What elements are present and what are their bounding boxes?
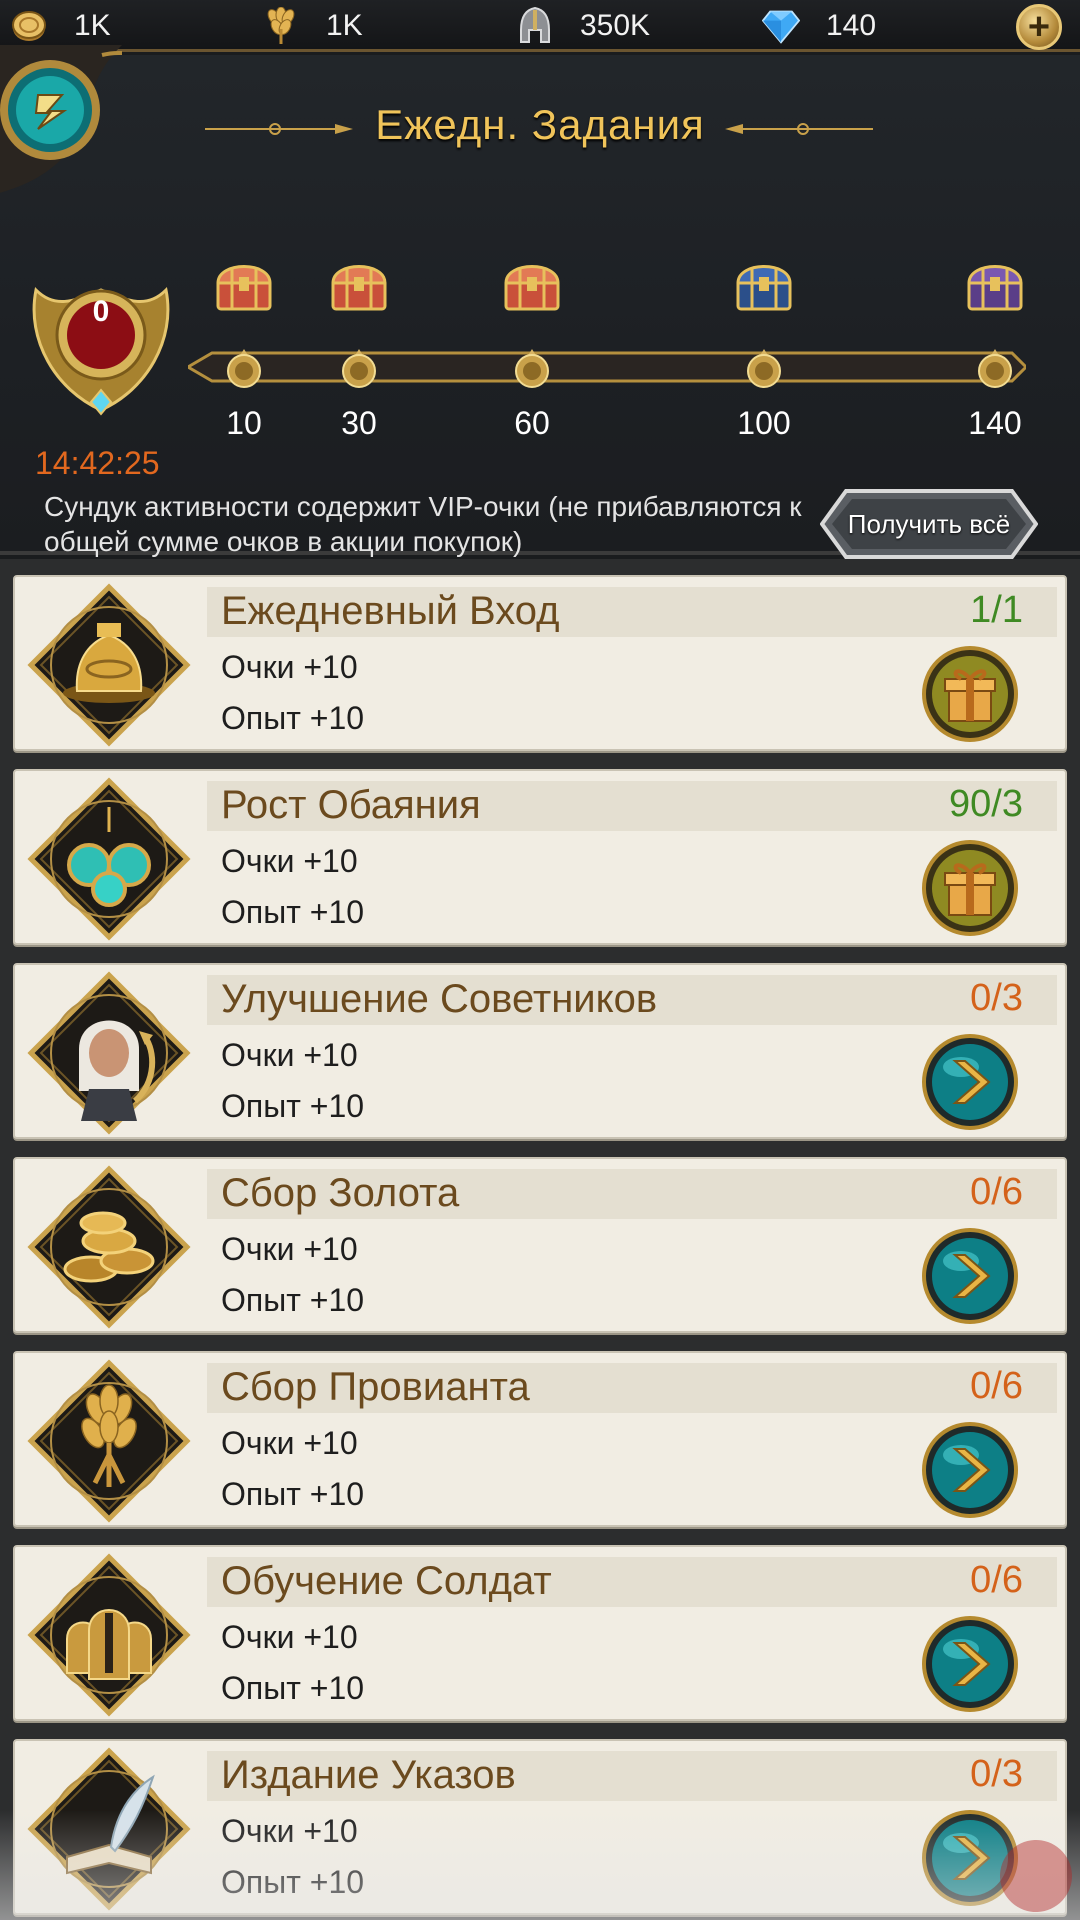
go-to-task-button[interactable] xyxy=(921,1227,1019,1325)
task-list: Ежедневный Вход 1/1 Очки +10 Опыт +10 Рост О… xyxy=(0,559,1080,1920)
resource-gems[interactable]: 140 xyxy=(762,6,876,46)
task-progress: 0/6 xyxy=(970,1171,1023,1213)
reset-timer: 14:42:25 xyxy=(35,445,160,481)
wheat-icon xyxy=(262,7,300,45)
gold-coins-icon xyxy=(27,1165,192,1330)
activity-progress-track xyxy=(188,349,1026,388)
task-points-reward: Очки +10 xyxy=(221,1813,358,1849)
reward-chest-red-icon[interactable] xyxy=(327,255,391,313)
arrow-right-icon xyxy=(921,1810,1019,1911)
go-to-task-button[interactable] xyxy=(921,1421,1019,1519)
milestone-label: 140 xyxy=(968,405,1022,441)
task-points-reward: Очки +10 xyxy=(221,1425,358,1461)
task-points-reward: Очки +10 xyxy=(221,843,358,879)
task-name: Улучшение Советников xyxy=(221,977,658,1021)
milestone-label: 60 xyxy=(514,405,550,441)
page-title: Ежедн. Задания xyxy=(375,101,705,148)
task-progress: 1/1 xyxy=(970,589,1023,631)
arrow-right-icon xyxy=(921,1616,1019,1717)
task-points-reward: Очки +10 xyxy=(221,1037,358,1073)
task-points-reward: Очки +10 xyxy=(221,649,358,685)
milestone-label: 100 xyxy=(737,405,791,441)
resource-food[interactable]: 1K xyxy=(262,6,363,46)
gold-value: 1K xyxy=(74,9,111,42)
resource-gold[interactable]: 1K xyxy=(10,6,111,46)
claim-gift-button[interactable] xyxy=(921,645,1019,743)
task-exp-reward: Опыт +10 xyxy=(221,1864,365,1900)
activity-points-medal-icon xyxy=(32,286,170,416)
chest-description: Сундук активности содержит VIP-очки (не … xyxy=(44,491,802,557)
reward-chest-blue-icon[interactable] xyxy=(732,255,796,313)
task-exp-reward: Опыт +10 xyxy=(221,1476,365,1512)
task-exp-reward: Опыт +10 xyxy=(221,1670,365,1706)
task-row[interactable]: Обучение Солдат 0/6 Очки +10 Опыт +10 xyxy=(13,1545,1067,1721)
plus-icon: + xyxy=(1027,6,1051,48)
task-progress: 0/6 xyxy=(970,1559,1023,1601)
task-name: Сбор Провианта xyxy=(221,1365,530,1409)
reward-chest-red-icon[interactable] xyxy=(212,255,276,313)
wheat-sheaf-icon xyxy=(27,1359,192,1524)
task-name: Ежедневный Вход xyxy=(221,589,560,633)
golden-urn-icon xyxy=(27,583,192,748)
claim-gift-button[interactable] xyxy=(921,839,1019,937)
task-name: Рост Обаяния xyxy=(221,783,481,827)
jewel-earrings-icon xyxy=(27,777,192,942)
gift-icon xyxy=(921,646,1019,747)
task-row[interactable]: Сбор Провианта 0/6 Очки +10 Опыт +10 xyxy=(13,1351,1067,1527)
resource-bar: 1K 1K 350K 140 + xyxy=(0,0,1080,52)
task-name: Сбор Золота xyxy=(221,1171,460,1215)
task-points-reward: Очки +10 xyxy=(221,1231,358,1267)
task-progress: 0/6 xyxy=(970,1365,1023,1407)
daily-tasks-header: Ежедн. Задания 0 10 30 60 100 140 14:42:25 С… xyxy=(0,45,1080,559)
gold-coin-icon xyxy=(10,7,48,45)
reward-chest-red-icon[interactable] xyxy=(500,255,564,313)
troops-value: 350K xyxy=(580,9,651,42)
task-exp-reward: Опыт +10 xyxy=(221,700,365,736)
add-gems-button[interactable]: + xyxy=(1016,4,1062,50)
helmet-icon xyxy=(516,6,554,45)
arrow-right-icon xyxy=(921,1228,1019,1329)
go-to-task-button[interactable] xyxy=(921,1615,1019,1713)
arrow-right-icon xyxy=(921,1422,1019,1523)
task-exp-reward: Опыт +10 xyxy=(221,1088,365,1124)
claim-all-label: Получить всё xyxy=(847,508,1011,539)
title-ornament-right-icon xyxy=(725,123,873,135)
task-name: Обучение Солдат xyxy=(221,1559,552,1603)
gems-value: 140 xyxy=(826,9,877,42)
arrow-right-icon xyxy=(921,1034,1019,1135)
task-row[interactable]: Ежедневный Вход 1/1 Очки +10 Опыт +10 xyxy=(13,575,1067,751)
task-exp-reward: Опыт +10 xyxy=(221,1282,365,1318)
reward-chest-purple-icon[interactable] xyxy=(963,255,1027,313)
resource-troops[interactable]: 350K xyxy=(516,6,650,46)
task-name: Издание Указов xyxy=(221,1753,516,1797)
go-to-task-button[interactable] xyxy=(921,1033,1019,1131)
daily-tasks-screen: 1K 1K 350K 140 + Ежедн. Задания 0 10 30 … xyxy=(0,0,1080,1920)
task-row[interactable]: Улучшение Советников 0/3 Очки +10 Опыт +10 xyxy=(13,963,1067,1139)
food-value: 1K xyxy=(326,9,363,42)
task-progress: 90/3 xyxy=(949,783,1023,825)
soldier-helmets-icon xyxy=(27,1553,192,1718)
quill-book-icon xyxy=(27,1747,192,1912)
milestone-label: 30 xyxy=(341,405,377,441)
milestone-label: 10 xyxy=(226,405,262,441)
activity-points-value: 0 xyxy=(92,295,110,328)
task-row[interactable]: Сбор Золота 0/6 Очки +10 Опыт +10 xyxy=(13,1157,1067,1333)
task-row[interactable]: Издание Указов 0/3 Очки +10 Опыт +10 xyxy=(13,1739,1067,1915)
gift-icon xyxy=(921,840,1019,941)
advisor-portrait-icon xyxy=(27,971,192,1136)
task-progress: 0/3 xyxy=(970,977,1023,1019)
task-row[interactable]: Рост Обаяния 90/3 Очки +10 Опыт +10 xyxy=(13,769,1067,945)
task-progress: 0/3 xyxy=(970,1753,1023,1795)
task-exp-reward: Опыт +10 xyxy=(221,894,365,930)
task-points-reward: Очки +10 xyxy=(221,1619,358,1655)
claim-all-button[interactable]: Получить всё xyxy=(820,487,1038,561)
diamond-icon xyxy=(762,7,800,45)
